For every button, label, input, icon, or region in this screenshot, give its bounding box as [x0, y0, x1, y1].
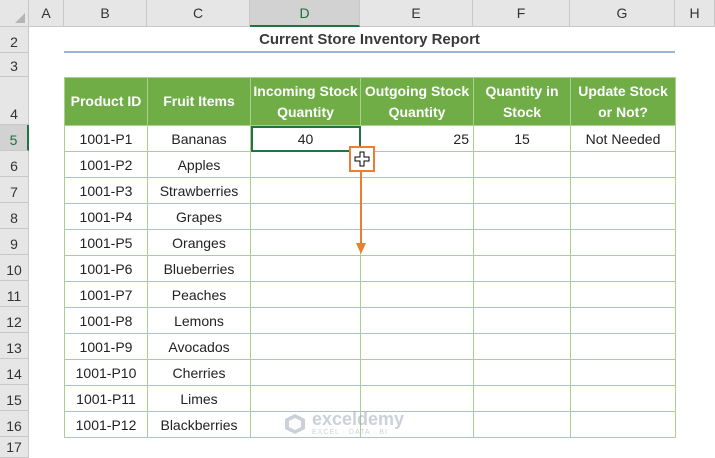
watermark-tagline: EXCEL · DATA · BI — [312, 429, 388, 436]
exceldemy-logo-icon — [285, 413, 305, 434]
spreadsheet: A B C D E F G H 2 3 4 5 6 7 8 9 10 11 12… — [0, 0, 715, 458]
watermark-name: exceldemy — [312, 409, 405, 429]
drag-direction-arrow-icon — [356, 172, 366, 254]
exceldemy-watermark: exceldemy EXCEL · DATA · BI — [284, 410, 404, 437]
